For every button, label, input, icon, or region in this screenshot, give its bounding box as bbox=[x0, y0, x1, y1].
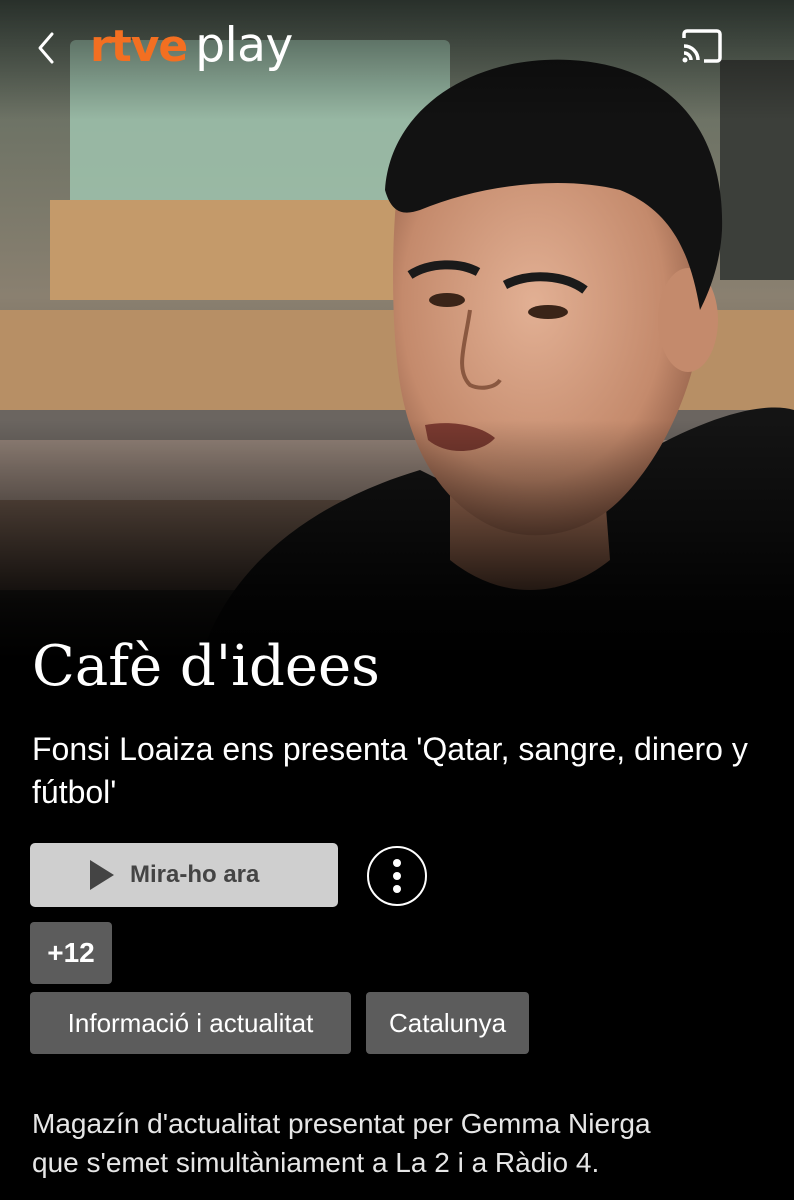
more-vertical-icon-dot bbox=[393, 872, 401, 880]
logo-product: play bbox=[195, 18, 293, 73]
program-description: Magazín d'actualitat presentat per Gemma… bbox=[32, 1108, 651, 1178]
more-vertical-icon-dot bbox=[393, 885, 401, 893]
hero-gradient-overlay bbox=[0, 0, 794, 660]
more-options-button[interactable] bbox=[367, 846, 427, 906]
program-title: Cafè d'idees bbox=[32, 634, 380, 699]
rtve-play-logo[interactable]: rtve play bbox=[90, 18, 293, 78]
hero-image bbox=[0, 0, 794, 660]
logo-brand: rtve bbox=[90, 21, 188, 72]
more-vertical-icon-dot bbox=[393, 859, 401, 867]
tag-chip-category[interactable]: Informació i actualitat bbox=[30, 992, 351, 1054]
top-bar: rtve play bbox=[0, 0, 794, 96]
tag-chip-region[interactable]: Catalunya bbox=[366, 992, 529, 1054]
play-icon bbox=[90, 860, 114, 890]
back-button[interactable] bbox=[30, 28, 66, 68]
cast-icon bbox=[682, 29, 722, 63]
episode-title: Fonsi Loaiza ens presenta 'Qatar, sangre… bbox=[32, 731, 748, 810]
chevron-left-icon bbox=[38, 32, 54, 64]
watch-now-button[interactable]: Mira-ho ara bbox=[30, 843, 338, 907]
age-rating-badge: +12 bbox=[30, 922, 112, 984]
cast-button[interactable] bbox=[680, 28, 724, 64]
watch-now-label: Mira-ho ara bbox=[130, 861, 260, 888]
